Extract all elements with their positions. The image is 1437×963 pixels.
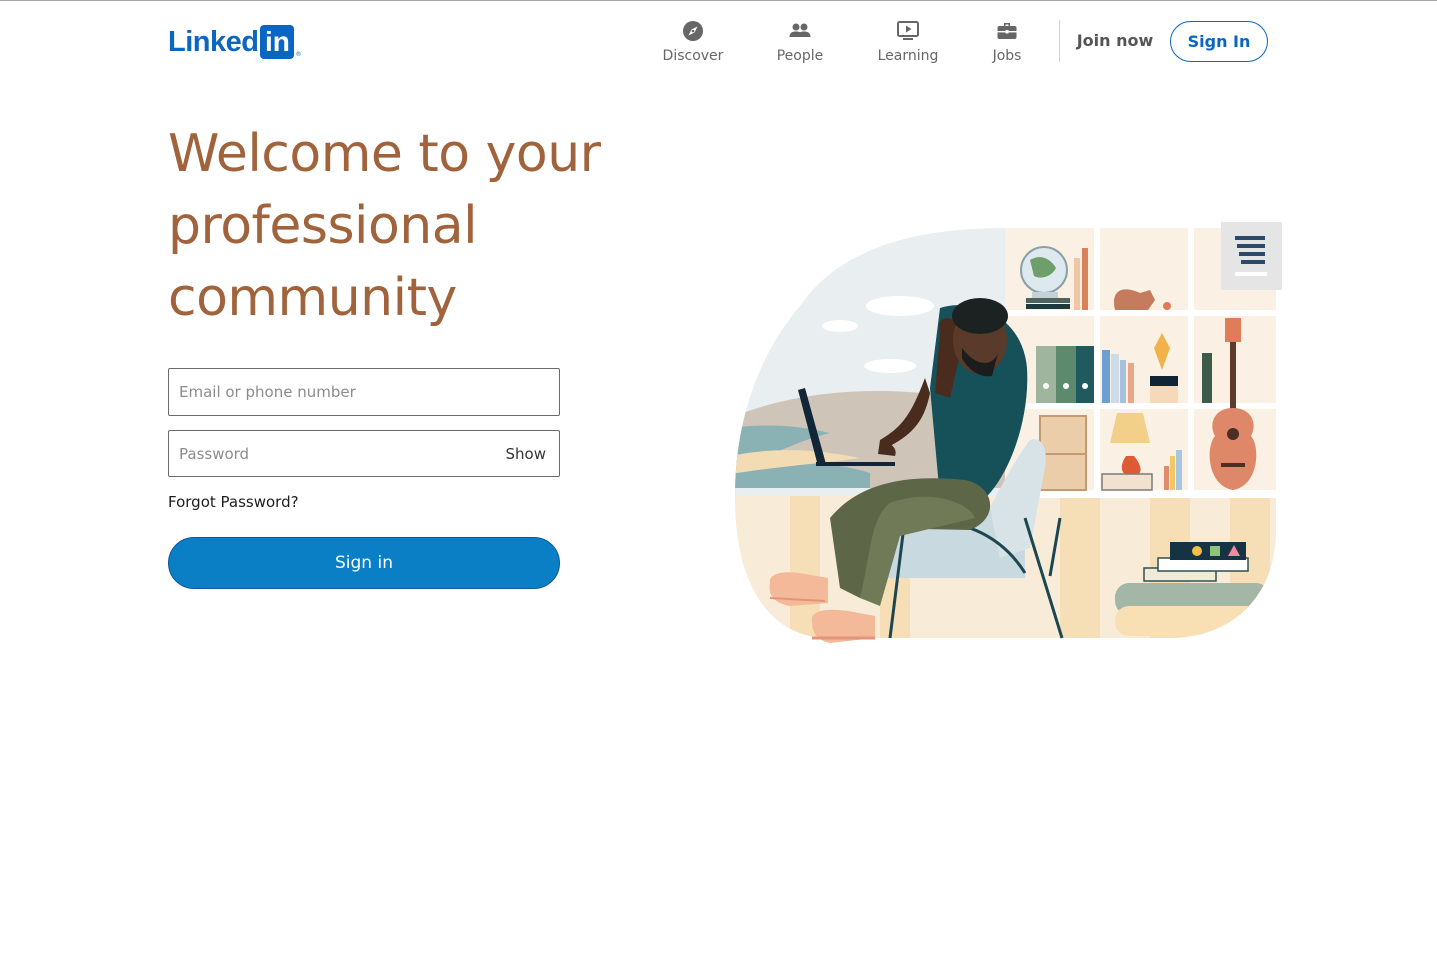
join-now-link[interactable]: Join now	[1074, 22, 1156, 60]
page-title: Welcome to your professional community	[168, 124, 601, 328]
nav-divider	[1059, 20, 1060, 62]
compass-icon	[681, 19, 705, 43]
logo-in-box: in	[260, 25, 295, 59]
nav-learning-label: Learning	[877, 48, 939, 64]
nav-discover-label: Discover	[662, 48, 724, 64]
password-field-container: Show	[168, 430, 560, 477]
briefcase-icon	[995, 19, 1019, 43]
people-icon	[788, 19, 812, 43]
play-screen-icon	[896, 19, 920, 43]
nav-people-label: People	[776, 48, 824, 64]
linkedin-logo[interactable]: Linked in ®	[168, 24, 301, 60]
nav-jobs[interactable]: Jobs	[988, 19, 1026, 69]
logo-registered-mark: ®	[295, 51, 302, 58]
email-field[interactable]	[169, 369, 559, 415]
nav-people[interactable]: People	[772, 19, 828, 69]
nav-learning[interactable]: Learning	[874, 19, 942, 69]
hero-illustration	[735, 222, 1282, 643]
forgot-password-link[interactable]: Forgot Password?	[168, 493, 299, 511]
logo-wordmark: Linked	[168, 26, 259, 58]
sign-in-button[interactable]: Sign in	[168, 537, 560, 589]
password-field[interactable]	[169, 431, 559, 476]
header-sign-in-button[interactable]: Sign In	[1170, 21, 1268, 62]
top-border	[0, 0, 1437, 1]
nav-jobs-label: Jobs	[992, 48, 1022, 64]
email-field-container	[168, 368, 560, 416]
nav-discover[interactable]: Discover	[661, 19, 725, 69]
show-password-button[interactable]: Show	[506, 431, 546, 477]
